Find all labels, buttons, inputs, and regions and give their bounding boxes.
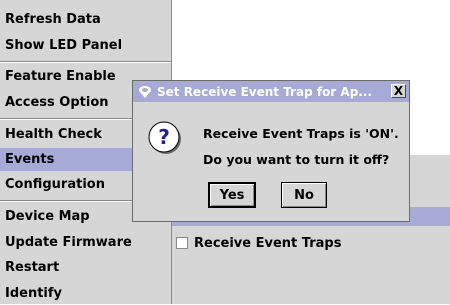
no-button[interactable]: No bbox=[281, 182, 327, 208]
dialog-titlebar[interactable]: Set Receive Event Trap for Ap... X bbox=[133, 81, 409, 102]
menu-separator bbox=[0, 61, 171, 63]
close-icon: X bbox=[393, 84, 404, 98]
question-icon: ? bbox=[148, 121, 182, 155]
menu-item-identify[interactable]: Identify bbox=[0, 282, 171, 305]
receive-event-traps-label: Receive Event Traps bbox=[194, 235, 342, 251]
menu-item-show-led-panel[interactable]: Show LED Panel bbox=[0, 34, 171, 57]
close-button[interactable]: X bbox=[391, 84, 406, 98]
app-icon bbox=[137, 84, 153, 100]
dialog-message-line2: Do you want to turn it off? bbox=[203, 152, 390, 167]
dialog-message-line1: Receive Event Traps is 'ON'. bbox=[203, 126, 399, 141]
yes-button[interactable]: Yes bbox=[208, 182, 256, 208]
menu-item-refresh-data[interactable]: Refresh Data bbox=[0, 8, 171, 31]
receive-event-traps-checkbox[interactable] bbox=[176, 237, 188, 249]
menu-item-restart[interactable]: Restart bbox=[0, 256, 171, 279]
menu-item-update-firmware[interactable]: Update Firmware bbox=[0, 231, 171, 254]
receive-event-traps-option[interactable]: Receive Event Traps bbox=[176, 235, 341, 251]
svg-text:?: ? bbox=[158, 125, 170, 149]
dialog-title: Set Receive Event Trap for Ap... bbox=[157, 84, 372, 99]
confirm-dialog: Set Receive Event Trap for Ap... X ? Rec… bbox=[132, 80, 410, 222]
